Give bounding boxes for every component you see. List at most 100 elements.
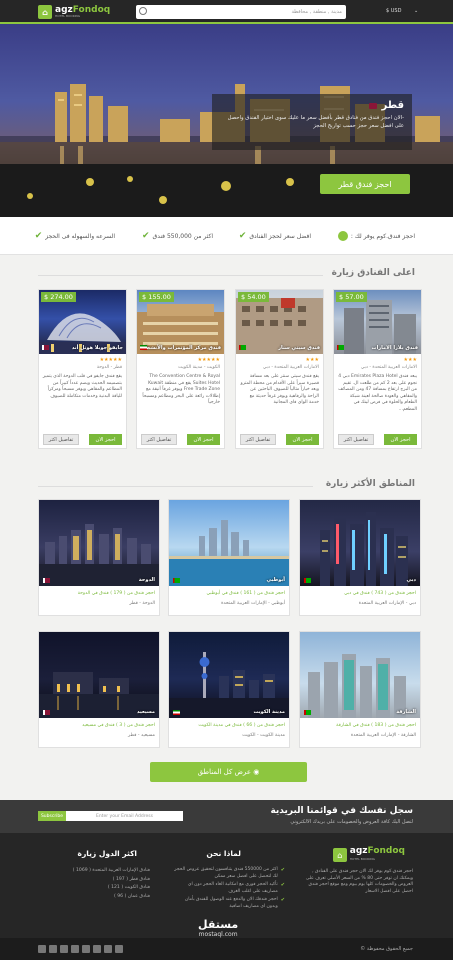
copyright-text: جميع الحقوق محفوظة © [360, 946, 413, 952]
country-link[interactable]: فنادق الإمارات العربية المتحدة ( 1069 ) [40, 867, 150, 876]
region-image[interactable]: الشارقة [300, 632, 420, 718]
region-location: دبي - الإمارات العربية المتحدة [358, 601, 416, 606]
check-icon: ✔ [280, 897, 285, 903]
subscribe-button[interactable]: Subscribe [38, 811, 66, 821]
search-placeholder: مدينة , منطقة , محافظة [291, 9, 342, 15]
flag-icon [43, 578, 50, 583]
flag-icon [304, 578, 311, 583]
star-rating: ★★★ [403, 357, 417, 363]
countries-title: اكثر الدول زيارة [77, 849, 137, 858]
hero-caption: قطر -الان احجز فندق من فنادق قطر بأفضل س… [212, 94, 412, 150]
social-links [38, 945, 123, 953]
flag-icon [239, 345, 246, 350]
hotel-name: فندق سيتي ستار [278, 345, 320, 351]
hero-book-button[interactable]: احجز فندق قطر [320, 174, 410, 194]
details-button[interactable]: تفاصيل اكثر [240, 434, 276, 445]
email-field[interactable]: Enter your Email Address [66, 811, 183, 821]
country-link[interactable]: فنادق عمان ( 96 ) [40, 893, 150, 902]
price-badge: $ 57.00 [336, 292, 367, 302]
search-icon[interactable] [139, 7, 147, 15]
book-now-button[interactable]: احجز الان [286, 434, 319, 445]
region-image[interactable]: أبوظبي [169, 500, 289, 586]
region-hotel-count[interactable]: احجز فندق من ( 161 ) فندق في أبوظبي [206, 591, 285, 596]
region-image[interactable]: مسيعيد [39, 632, 159, 718]
top-header: ⌂ agzFondoq HOTEL BOOKING مدينة , منطقة ,… [0, 0, 453, 24]
hotel-card[interactable]: $ 155.00 فندق مركز المؤتمرات والأنشطة ★★… [136, 289, 225, 449]
flag-icon [304, 710, 311, 715]
star-rating: ★★★★★ [197, 357, 220, 363]
check-icon: ✔ [238, 231, 247, 241]
region-location: الدوحة - قطر [129, 601, 155, 606]
facebook-icon[interactable] [115, 945, 123, 953]
region-hotel-count[interactable]: احجز فندق من ( 66 ) فندق في مدينة الكويت [198, 723, 285, 728]
hero-slider[interactable]: قطر -الان احجز فندق من فنادق قطر بأفضل س… [0, 24, 453, 217]
instagram-icon[interactable] [71, 945, 79, 953]
country-link[interactable]: فنادق قطر ( 197 ) [40, 876, 150, 885]
price-badge: $ 274.00 [41, 292, 76, 302]
hotel-image[interactable]: $ 155.00 فندق مركز المؤتمرات والأنشطة [137, 290, 224, 354]
region-card[interactable]: الشارقة احجز فندق من ( 183 ) فندق في الش… [299, 631, 421, 748]
region-name: أبوظبي [266, 577, 285, 583]
linkedin-icon[interactable] [49, 945, 57, 953]
details-button[interactable]: تفاصيل اكثر [338, 434, 374, 445]
logo-mark-icon: ⌂ [38, 5, 52, 19]
star-rating: ★★★★★ [99, 357, 122, 363]
region-image[interactable]: مدينة الكويت [169, 632, 289, 718]
region-hotel-count[interactable]: احجز فندق من ( 743 ) فندق في دبي [344, 591, 416, 596]
hotel-name: فندق مركز المؤتمرات والأنشطة [142, 345, 221, 351]
currency-select[interactable]: $ USD [386, 8, 401, 14]
region-hotel-count[interactable]: احجز فندق من ( 183 ) فندق في الشارقة [336, 723, 416, 728]
country-link[interactable]: فنادق الكويت ( 121 ) [40, 884, 150, 893]
region-hotel-count[interactable]: احجز فندق من ( 3 ) فندق في مسيعيد [82, 723, 155, 728]
section-divider [38, 486, 313, 487]
region-card[interactable]: مدينة الكويت احجز فندق من ( 66 ) فندق في… [168, 631, 290, 748]
google-plus-icon[interactable] [93, 945, 101, 953]
hotel-card[interactable]: $ 274.00 جايفو جوبلا هوتل أند ★★★★★ قطر … [38, 289, 127, 449]
flag-icon [337, 345, 344, 350]
site-logo[interactable]: ⌂ agzFondoq HOTEL BOOKING [38, 4, 110, 20]
region-name: دبي [406, 577, 416, 583]
check-icon: ✔ [280, 882, 285, 888]
youtube-icon[interactable] [82, 945, 90, 953]
regions-title: المناطق الأكثر زيارة [325, 479, 415, 489]
footer-logo[interactable]: ⌂ agzFondoq HOTEL BOOKING [332, 847, 405, 863]
region-location: مدينة الكويت - الكويت [242, 733, 285, 738]
details-button[interactable]: تفاصيل اكثر [141, 434, 177, 445]
newsletter-heading: سجل نفسك في قوائمنا البريدية [270, 806, 413, 816]
region-card[interactable]: مسيعيد احجز فندق من ( 3 ) فندق في مسيعيد… [38, 631, 160, 748]
feature-badge-icon [337, 231, 348, 241]
region-hotel-count[interactable]: احجز فندق من ( 179 ) فندق في الدوحة [78, 591, 155, 596]
hotel-description: يقع فندق سيتي سنتر على بعد مسافة قصيرة س… [240, 374, 319, 406]
view-all-regions-button[interactable]: ◉ عرض كل المناطق [150, 762, 307, 782]
hotel-image[interactable]: $ 57.00 فندق بلازا الامارات [334, 290, 421, 354]
price-badge: $ 155.00 [139, 292, 174, 302]
language-select[interactable]: ⌄ [414, 8, 418, 14]
region-location: الشارقة - الإمارات العربية المتحدة [350, 733, 416, 738]
book-now-button[interactable]: احجز الان [384, 434, 417, 445]
region-image[interactable]: الدوحة [39, 500, 159, 586]
why-us-list: ✔ اكثر من 550000 فندق يتنافسون لتحقيق عرو… [173, 867, 285, 912]
region-card[interactable]: الدوحة احجز فندق من ( 179 ) فندق في الدو… [38, 499, 160, 616]
flag-icon [42, 345, 49, 350]
check-icon: ✔ [280, 867, 285, 873]
flag-icon [43, 710, 50, 715]
hotel-image[interactable]: $ 54.00 فندق سيتي ستار [236, 290, 323, 354]
book-now-button[interactable]: احجز الان [89, 434, 122, 445]
rss-icon[interactable] [38, 945, 46, 953]
star-rating: ★★★ [305, 357, 319, 363]
region-card[interactable]: أبوظبي احجز فندق من ( 161 ) فندق في أبوظ… [168, 499, 290, 616]
pinterest-icon[interactable] [60, 945, 68, 953]
details-button[interactable]: تفاصيل اكثر [43, 434, 79, 445]
region-name: الشارقة [396, 709, 416, 715]
twitter-icon[interactable] [104, 945, 112, 953]
search-input[interactable]: مدينة , منطقة , محافظة [136, 5, 346, 19]
book-now-button[interactable]: احجز الان [187, 434, 220, 445]
region-card[interactable]: دبي احجز فندق من ( 743 ) فندق في دبي دبي… [299, 499, 421, 616]
hotel-image[interactable]: $ 274.00 جايفو جوبلا هوتل أند [39, 290, 126, 354]
hotel-card[interactable]: $ 54.00 فندق سيتي ستار ★★★ الامارات العر… [235, 289, 324, 449]
region-image[interactable]: دبي [300, 500, 420, 586]
feature-item: اكثر من 550,000 فندق ✔ [142, 231, 213, 241]
section-divider [38, 275, 323, 276]
flag-icon [173, 578, 180, 583]
hotel-card[interactable]: $ 57.00 فندق بلازا الامارات ★★★ الامارات… [333, 289, 422, 449]
